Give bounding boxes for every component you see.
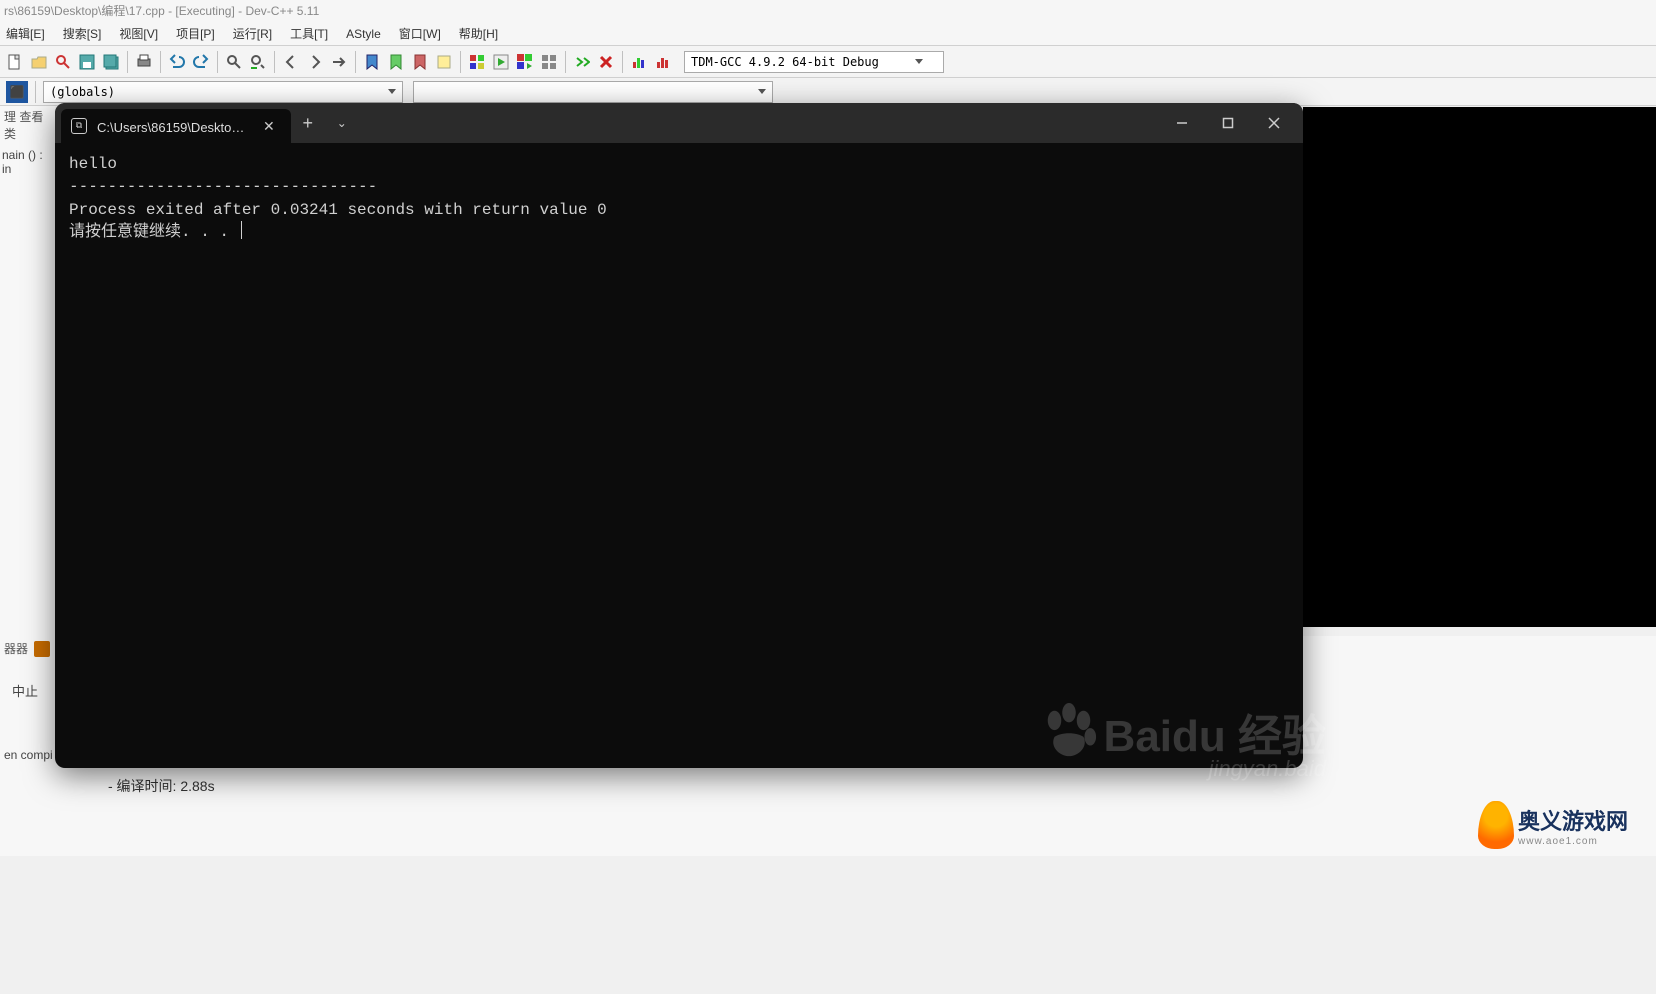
menu-edit[interactable]: 编辑[E] — [4, 25, 47, 42]
close-tab-icon[interactable]: ✕ — [257, 116, 281, 137]
stop-debug-icon[interactable] — [595, 51, 617, 73]
debug-icon[interactable] — [571, 51, 593, 73]
globals-selector[interactable]: (globals) — [43, 81, 403, 103]
menu-search[interactable]: 搜索[S] — [61, 25, 104, 42]
undo-icon[interactable] — [166, 51, 188, 73]
menu-tools[interactable]: 工具[T] — [288, 25, 330, 42]
menu-view[interactable]: 视图[V] — [117, 25, 160, 42]
bookmark-list-icon[interactable] — [433, 51, 455, 73]
bookmark-add-icon[interactable] — [361, 51, 383, 73]
save-all-icon[interactable] — [100, 51, 122, 73]
left-tab-1[interactable]: 理 — [4, 110, 16, 124]
menu-bar: 编辑[E] 搜索[S] 视图[V] 项目[P] 运行[R] 工具[T] ASty… — [0, 22, 1656, 46]
profile-report-icon[interactable] — [652, 51, 674, 73]
find-icon[interactable] — [223, 51, 245, 73]
compiler-selector[interactable]: TDM-GCC 4.9.2 64-bit Debug — [684, 51, 944, 73]
menu-project[interactable]: 项目[P] — [174, 25, 217, 42]
chevron-down-icon — [388, 89, 396, 94]
left-sidebar: 理 查看类 nain () : in — [0, 106, 55, 636]
new-file-icon[interactable] — [4, 51, 26, 73]
bottom-tab-compiler[interactable]: 器器 — [4, 640, 28, 657]
toggle-bookmark-icon[interactable]: ⬛ — [6, 81, 28, 103]
print-icon[interactable] — [133, 51, 155, 73]
globals-selected-label: (globals) — [50, 85, 115, 99]
goto-icon[interactable] — [328, 51, 350, 73]
aoe-logo-url: www.aoe1.com — [1518, 836, 1628, 847]
symbols-toolbar: ⬛ (globals) — [0, 78, 1656, 106]
new-tab-button[interactable]: + — [291, 106, 325, 140]
tab-dropdown-icon[interactable]: ⌄ — [325, 106, 359, 140]
compile-icon[interactable] — [466, 51, 488, 73]
flame-icon — [1478, 801, 1514, 849]
menu-window[interactable]: 窗口[W] — [397, 25, 443, 42]
replace-icon[interactable] — [247, 51, 269, 73]
menu-help[interactable]: 帮助[H] — [457, 25, 500, 42]
terminal-output[interactable]: hello -------------------------------- P… — [55, 143, 1303, 768]
terminal-tab[interactable]: ⧉ C:\Users\86159\Desktop\编程 ✕ — [61, 109, 291, 143]
minimize-button[interactable] — [1159, 107, 1205, 139]
aoe-logo: 奥义游戏网 www.aoe1.com — [1478, 790, 1646, 860]
output-line-1: hello — [69, 155, 117, 173]
menu-run[interactable]: 运行[R] — [231, 25, 274, 42]
output-line-3: 请按任意键继续. . . — [69, 223, 239, 241]
aoe-logo-text: 奥义游戏网 — [1518, 804, 1628, 836]
menu-astyle[interactable]: AStyle — [344, 27, 383, 41]
chevron-down-icon — [915, 59, 923, 64]
tab-stack-icon[interactable] — [34, 641, 50, 657]
compiler-selected-label: TDM-GCC 4.9.2 64-bit Debug — [691, 55, 879, 69]
nav-forward-icon[interactable] — [304, 51, 326, 73]
terminal-tab-title: C:\Users\86159\Desktop\编程 — [97, 117, 247, 136]
cursor — [241, 221, 242, 239]
compile-time-label: - 编译时间: 2.88s — [108, 776, 215, 796]
output-line-2: Process exited after 0.03241 seconds wit… — [69, 201, 607, 219]
ide-title: rs\86159\Desktop\编程\17.cpp - [Executing]… — [0, 0, 1656, 22]
rebuild-all-icon[interactable] — [538, 51, 560, 73]
open-file-icon[interactable] — [28, 51, 50, 73]
terminal-titlebar[interactable]: ⧉ C:\Users\86159\Desktop\编程 ✕ + ⌄ — [55, 103, 1303, 143]
main-toolbar: TDM-GCC 4.9.2 64-bit Debug — [0, 46, 1656, 78]
terminal-icon: ⧉ — [71, 118, 87, 134]
close-button[interactable] — [1251, 107, 1297, 139]
nav-back-icon[interactable] — [280, 51, 302, 73]
code-editor-area[interactable] — [1303, 107, 1656, 627]
function-selector[interactable] — [413, 81, 773, 103]
main-declaration: nain () : in — [0, 144, 55, 180]
output-divider: -------------------------------- — [69, 176, 377, 195]
chevron-down-icon — [758, 89, 766, 94]
profile-icon[interactable] — [628, 51, 650, 73]
terminal-window: ⧉ C:\Users\86159\Desktop\编程 ✕ + ⌄ hello … — [55, 103, 1303, 768]
magnify-icon[interactable] — [52, 51, 74, 73]
run-icon[interactable] — [490, 51, 512, 73]
save-icon[interactable] — [76, 51, 98, 73]
redo-icon[interactable] — [190, 51, 212, 73]
compile-run-icon[interactable] — [514, 51, 536, 73]
bookmark-goto-icon[interactable] — [385, 51, 407, 73]
bookmark-del-icon[interactable] — [409, 51, 431, 73]
maximize-button[interactable] — [1205, 107, 1251, 139]
